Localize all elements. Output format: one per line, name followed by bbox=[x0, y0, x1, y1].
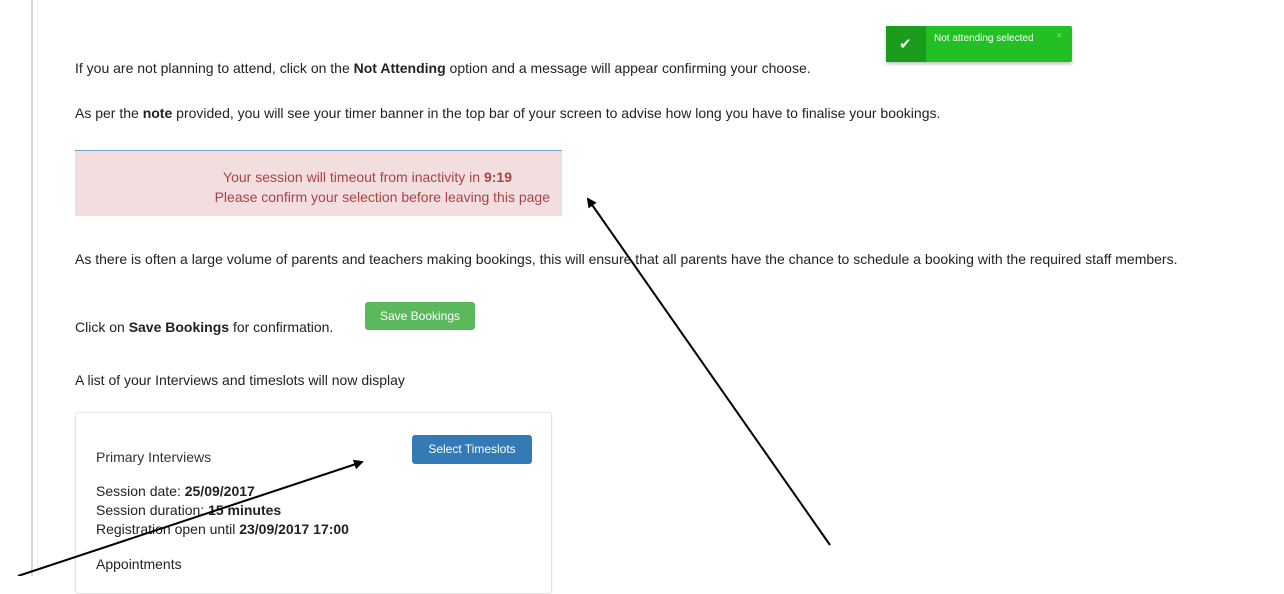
arrow-to-timeout-banner bbox=[586, 197, 831, 546]
arrow-to-select-timeslots bbox=[17, 459, 364, 576]
annotation-arrows bbox=[17, 197, 831, 576]
